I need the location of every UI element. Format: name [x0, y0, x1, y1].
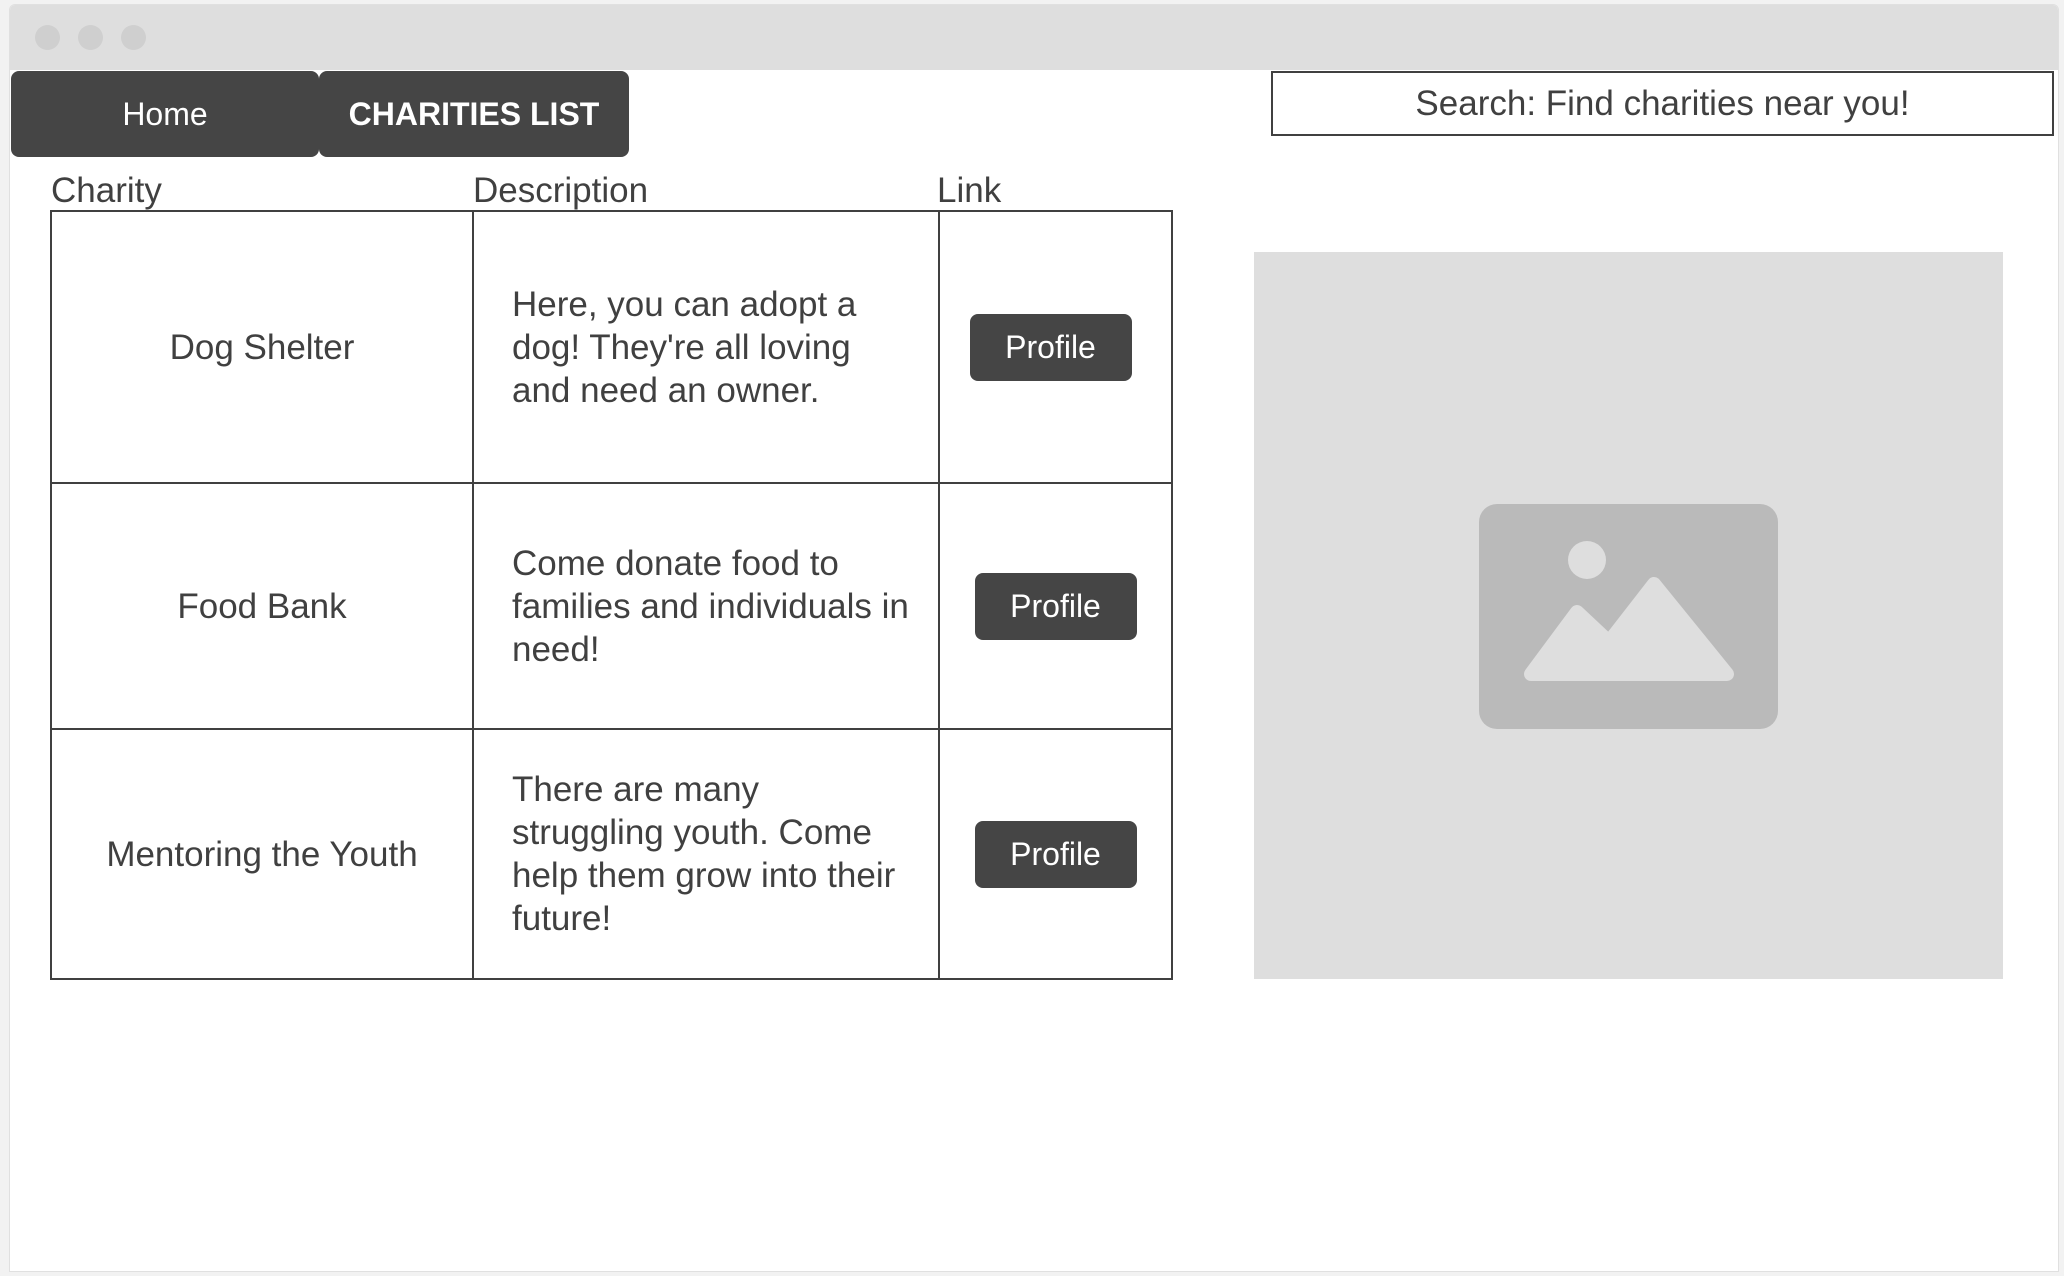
charity-name: Mentoring the Youth — [50, 728, 474, 980]
table-row: Mentoring the Youth There are many strug… — [50, 728, 1173, 980]
window-titlebar — [10, 5, 2058, 70]
profile-button[interactable]: Profile — [969, 313, 1132, 381]
charity-name: Food Bank — [50, 482, 474, 730]
link-cell: Profile — [938, 210, 1173, 484]
charities-table: Dog Shelter Here, you can adopt a dog! T… — [50, 210, 1173, 980]
maximize-window-dot[interactable] — [121, 25, 146, 50]
link-cell: Profile — [938, 728, 1173, 980]
image-placeholder — [1254, 252, 2003, 979]
tab-charities-list[interactable]: CHARITIES LIST — [319, 71, 629, 157]
column-header-charity: Charity — [51, 171, 162, 210]
browser-window: Home CHARITIES LIST Search: Find chariti… — [9, 4, 2059, 1272]
image-icon — [1479, 504, 1778, 729]
charity-description: There are many struggling youth. Come he… — [472, 728, 940, 980]
table-row: Food Bank Come donate food to families a… — [50, 482, 1173, 730]
column-header-link: Link — [937, 171, 1002, 210]
charity-description: Come donate food to families and individ… — [472, 482, 940, 730]
profile-button[interactable]: Profile — [974, 820, 1137, 888]
tab-home[interactable]: Home — [11, 71, 319, 157]
profile-button[interactable]: Profile — [974, 572, 1137, 640]
charity-description: Here, you can adopt a dog! They're all l… — [472, 210, 940, 484]
charity-name: Dog Shelter — [50, 210, 474, 484]
search-input[interactable]: Search: Find charities near you! — [1271, 71, 2054, 136]
close-window-dot[interactable] — [35, 25, 60, 50]
link-cell: Profile — [938, 482, 1173, 730]
column-header-description: Description — [473, 171, 649, 210]
minimize-window-dot[interactable] — [78, 25, 103, 50]
table-row: Dog Shelter Here, you can adopt a dog! T… — [50, 210, 1173, 484]
